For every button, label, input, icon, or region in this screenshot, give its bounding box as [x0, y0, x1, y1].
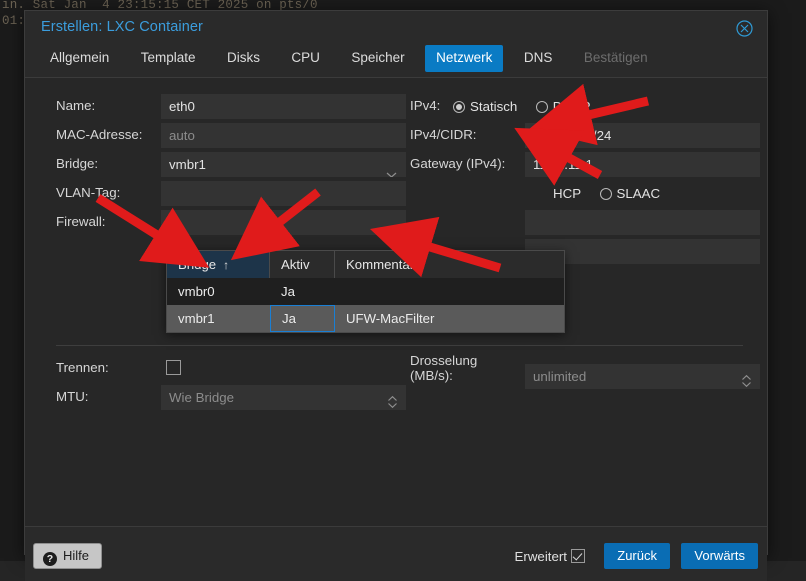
question-mark-icon: ?	[43, 552, 57, 566]
radio-selected-icon	[453, 101, 465, 113]
ipv4-cidr-label: IPv4/CIDR:	[410, 127, 520, 143]
field-row-ipv6: HCP SLAAC	[385, 179, 767, 208]
cell-kommentar	[335, 278, 564, 305]
field-row-mtu: MTU: Wie Bridge	[25, 383, 385, 412]
spinner-updown-icon[interactable]	[741, 370, 752, 383]
field-row-vlan: VLAN-Tag:	[25, 179, 385, 208]
name-input[interactable]: eth0	[161, 94, 406, 119]
section-divider	[56, 345, 743, 346]
tab-dns[interactable]: DNS	[513, 45, 564, 72]
bridge-picker-dropdown[interactable]: Bridge ↑ Aktiv Kommentar vmbr0 Ja vmbr1 J…	[166, 250, 565, 333]
advanced-checkbox[interactable]	[571, 549, 585, 563]
drosselung-placeholder-text: unlimited	[533, 369, 586, 384]
radio-unselected-icon	[536, 101, 548, 113]
help-button-label: Hilfe	[63, 548, 89, 563]
bridge-picker-header: Bridge ↑ Aktiv Kommentar	[167, 251, 564, 278]
ipv6-radio-group: HCP SLAAC	[553, 181, 674, 206]
field-row-firewall: Firewall:	[25, 208, 385, 237]
bridge-select-value: vmbr1	[169, 157, 206, 172]
cell-bridge: vmbr0	[167, 278, 270, 305]
right-column: IPv4: Statisch DHCP IPv4/CIDR: 11.11.11.…	[385, 92, 767, 237]
ipv4-radio-group: Statisch DHCP	[453, 94, 604, 119]
dialog-title: Erstellen: LXC Container	[41, 19, 203, 35]
name-label: Name:	[56, 98, 156, 114]
advanced-label: Erweitert	[515, 549, 567, 564]
field-row-mac: MAC-Adresse: auto	[25, 121, 385, 150]
tab-cpu[interactable]: CPU	[280, 45, 331, 72]
field-row-cidr: IPv4/CIDR: 11.11.11.2/24	[385, 121, 767, 150]
field-row-name: Name: eth0	[25, 92, 385, 121]
ipv6-radio-dhcp[interactable]: HCP	[553, 181, 581, 206]
ipv4-radio-dhcp[interactable]: DHCP	[536, 94, 591, 119]
next-button[interactable]: Vorwärts	[681, 543, 758, 569]
mtu-input[interactable]: Wie Bridge	[161, 385, 406, 410]
ipv4-label: IPv4:	[410, 98, 450, 114]
ipv6-cidr-input[interactable]	[525, 210, 760, 235]
field-row-trennen: Trennen:	[25, 354, 385, 383]
vlan-tag-label: VLAN-Tag:	[56, 185, 156, 201]
dialog-footer: ? Hilfe Erweitert Zurück Vorwärts	[25, 526, 767, 581]
tab-bar: Allgemein Template Disks CPU Speicher Ne…	[25, 45, 767, 78]
help-button[interactable]: ? Hilfe	[33, 543, 102, 569]
column-header-bridge-label: Bridge	[178, 257, 216, 272]
ipv6-radio-slaac[interactable]: SLAAC	[600, 181, 661, 206]
ipv6-radio-dhcp-label: HCP	[553, 186, 581, 201]
sort-ascending-icon: ↑	[223, 258, 229, 272]
ipv4-radio-dhcp-label: DHCP	[553, 99, 591, 114]
close-icon[interactable]	[736, 20, 753, 37]
tab-speicher[interactable]: Speicher	[340, 45, 415, 72]
field-row-ipv4: IPv4: Statisch DHCP	[385, 92, 767, 121]
gateway-label: Gateway (IPv4):	[410, 156, 520, 172]
trennen-label: Trennen:	[56, 360, 156, 376]
field-row-ipv6-extra	[385, 208, 767, 237]
create-lxc-container-dialog: Erstellen: LXC Container Allgemein Templ…	[24, 10, 768, 555]
firewall-label: Firewall:	[56, 214, 156, 230]
radio-unselected-icon	[600, 188, 612, 200]
column-header-aktiv[interactable]: Aktiv	[270, 251, 335, 278]
mtu-label: MTU:	[56, 389, 156, 405]
tab-disks[interactable]: Disks	[216, 45, 271, 72]
cell-aktiv: Ja	[270, 278, 335, 305]
gateway-input[interactable]: 11.11.11.1	[525, 152, 760, 177]
left-column: Name: eth0 MAC-Adresse: auto Bridge: vmb…	[25, 92, 385, 237]
tab-bestaetigen: Bestätigen	[573, 45, 659, 72]
mac-address-input[interactable]: auto	[161, 123, 406, 148]
cell-bridge: vmbr1	[167, 305, 270, 332]
screen: in. Sat Jan 4 23:15:15 CET 2025 on pts/0…	[0, 0, 806, 581]
tab-netzwerk[interactable]: Netzwerk	[425, 45, 503, 72]
trennen-checkbox[interactable]	[166, 360, 181, 375]
dialog-body: Name: eth0 MAC-Adresse: auto Bridge: vmb…	[25, 78, 767, 526]
back-button[interactable]: Zurück	[604, 543, 670, 569]
right-column-lower: Drosselung (MB/s): unlimited	[385, 354, 767, 383]
mtu-placeholder-text: Wie Bridge	[169, 390, 234, 405]
ipv4-radio-statisch-label: Statisch	[470, 99, 517, 114]
mac-address-label: MAC-Adresse:	[56, 127, 156, 143]
dialog-header: Erstellen: LXC Container	[25, 11, 767, 45]
drosselung-input[interactable]: unlimited	[525, 364, 760, 389]
tab-allgemein[interactable]: Allgemein	[39, 45, 120, 72]
bridge-label: Bridge:	[56, 156, 156, 172]
cell-kommentar: UFW-MacFilter	[335, 305, 564, 332]
ipv4-radio-statisch[interactable]: Statisch	[453, 94, 517, 119]
spinner-updown-icon[interactable]	[387, 391, 398, 404]
bridge-select[interactable]: vmbr1	[161, 152, 406, 177]
tab-template[interactable]: Template	[130, 45, 207, 72]
left-column-lower: Trennen: MTU: Wie Bridge	[25, 354, 385, 412]
table-row[interactable]: vmbr0 Ja	[167, 278, 564, 305]
column-header-bridge[interactable]: Bridge ↑	[167, 251, 270, 278]
column-header-kommentar[interactable]: Kommentar	[335, 251, 564, 278]
cell-aktiv: Ja	[270, 305, 335, 332]
field-row-drosselung: Drosselung (MB/s): unlimited	[385, 354, 767, 383]
vlan-tag-input[interactable]	[161, 181, 406, 206]
field-row-gateway: Gateway (IPv4): 11.11.11.1	[385, 150, 767, 179]
ipv4-cidr-input[interactable]: 11.11.11.2/24	[525, 123, 760, 148]
field-row-bridge: Bridge: vmbr1	[25, 150, 385, 179]
firewall-checkbox[interactable]	[161, 210, 406, 235]
table-row[interactable]: vmbr1 Ja UFW-MacFilter	[167, 305, 564, 332]
ipv6-radio-slaac-label: SLAAC	[617, 186, 661, 201]
drosselung-label: Drosselung (MB/s):	[410, 353, 520, 383]
